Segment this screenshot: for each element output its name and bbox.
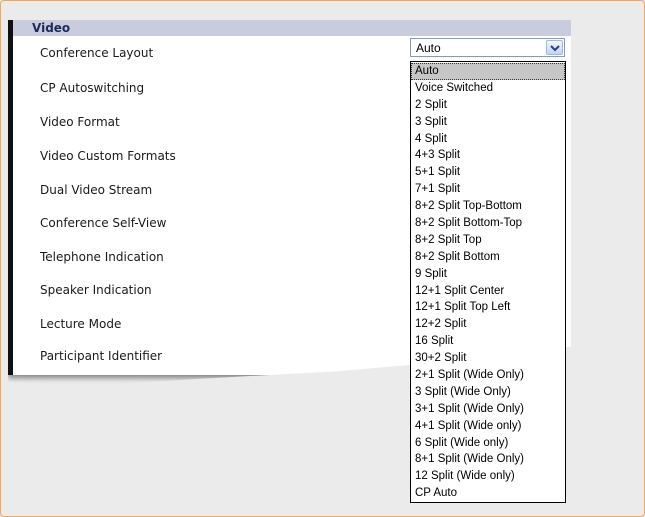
setting-label-video-format: Video Format: [40, 115, 120, 129]
setting-label-dual-video-stream: Dual Video Stream: [40, 183, 153, 197]
dropdown-option[interactable]: Auto: [411, 63, 565, 80]
section-header: Video: [13, 20, 571, 36]
conference-layout-options-list[interactable]: Auto Voice Switched 2 Split 3 Split 4 Split 4…: [410, 61, 566, 504]
setting-label-video-custom-formats: Video Custom Formats: [40, 149, 176, 163]
dropdown-option[interactable]: 7+1 Split: [411, 181, 565, 198]
dropdown-option[interactable]: 3+1 Split (Wide Only): [411, 401, 565, 418]
setting-label-conference-self-view: Conference Self-View: [40, 216, 167, 230]
dropdown-option[interactable]: 4+3 Split: [411, 147, 565, 164]
dropdown-option[interactable]: 6 Split (Wide only): [411, 435, 565, 452]
setting-label-telephone-indication: Telephone Indication: [40, 250, 164, 264]
dropdown-option[interactable]: 4+1 Split (Wide only): [411, 418, 565, 435]
dropdown-option[interactable]: 12 Split (Wide only): [411, 468, 565, 485]
dropdown-option[interactable]: 8+2 Split Bottom-Top: [411, 215, 565, 232]
conference-layout-select-value: Auto: [416, 41, 441, 55]
dropdown-option[interactable]: CP Auto: [411, 485, 565, 502]
dropdown-option[interactable]: 30+2 Split: [411, 350, 565, 367]
setting-label-lecture-mode: Lecture Mode: [40, 317, 122, 331]
dropdown-option[interactable]: 2+1 Split (Wide Only): [411, 367, 565, 384]
dropdown-option[interactable]: 8+2 Split Top-Bottom: [411, 198, 565, 215]
dropdown-option[interactable]: 12+2 Split: [411, 316, 565, 333]
setting-label-speaker-indication: Speaker Indication: [40, 283, 152, 297]
dropdown-option[interactable]: 3 Split: [411, 114, 565, 131]
dropdown-option[interactable]: 9 Split: [411, 266, 565, 283]
dropdown-option[interactable]: 12+1 Split Top Left: [411, 299, 565, 316]
conference-layout-select[interactable]: Auto: [410, 38, 565, 57]
dropdown-option[interactable]: 2 Split: [411, 97, 565, 114]
dropdown-option[interactable]: 16 Split: [411, 333, 565, 350]
dropdown-option[interactable]: 8+2 Split Bottom: [411, 249, 565, 266]
dropdown-option[interactable]: 5+1 Split: [411, 164, 565, 181]
dropdown-option[interactable]: 3 Split (Wide Only): [411, 384, 565, 401]
chevron-down-icon: [550, 45, 560, 52]
dropdown-option[interactable]: 12+1 Split Center: [411, 283, 565, 300]
dropdown-option[interactable]: Voice Switched: [411, 80, 565, 97]
dropdown-button[interactable]: [546, 40, 563, 55]
setting-label-conference-layout: Conference Layout: [40, 46, 154, 60]
dropdown-option[interactable]: 8+1 Split (Wide Only): [411, 451, 565, 468]
setting-label-cp-autoswitching: CP Autoswitching: [40, 81, 145, 95]
dropdown-option[interactable]: 8+2 Split Top: [411, 232, 565, 249]
dropdown-option[interactable]: 4 Split: [411, 131, 565, 148]
setting-label-participant-identifier: Participant Identifier: [40, 349, 163, 363]
